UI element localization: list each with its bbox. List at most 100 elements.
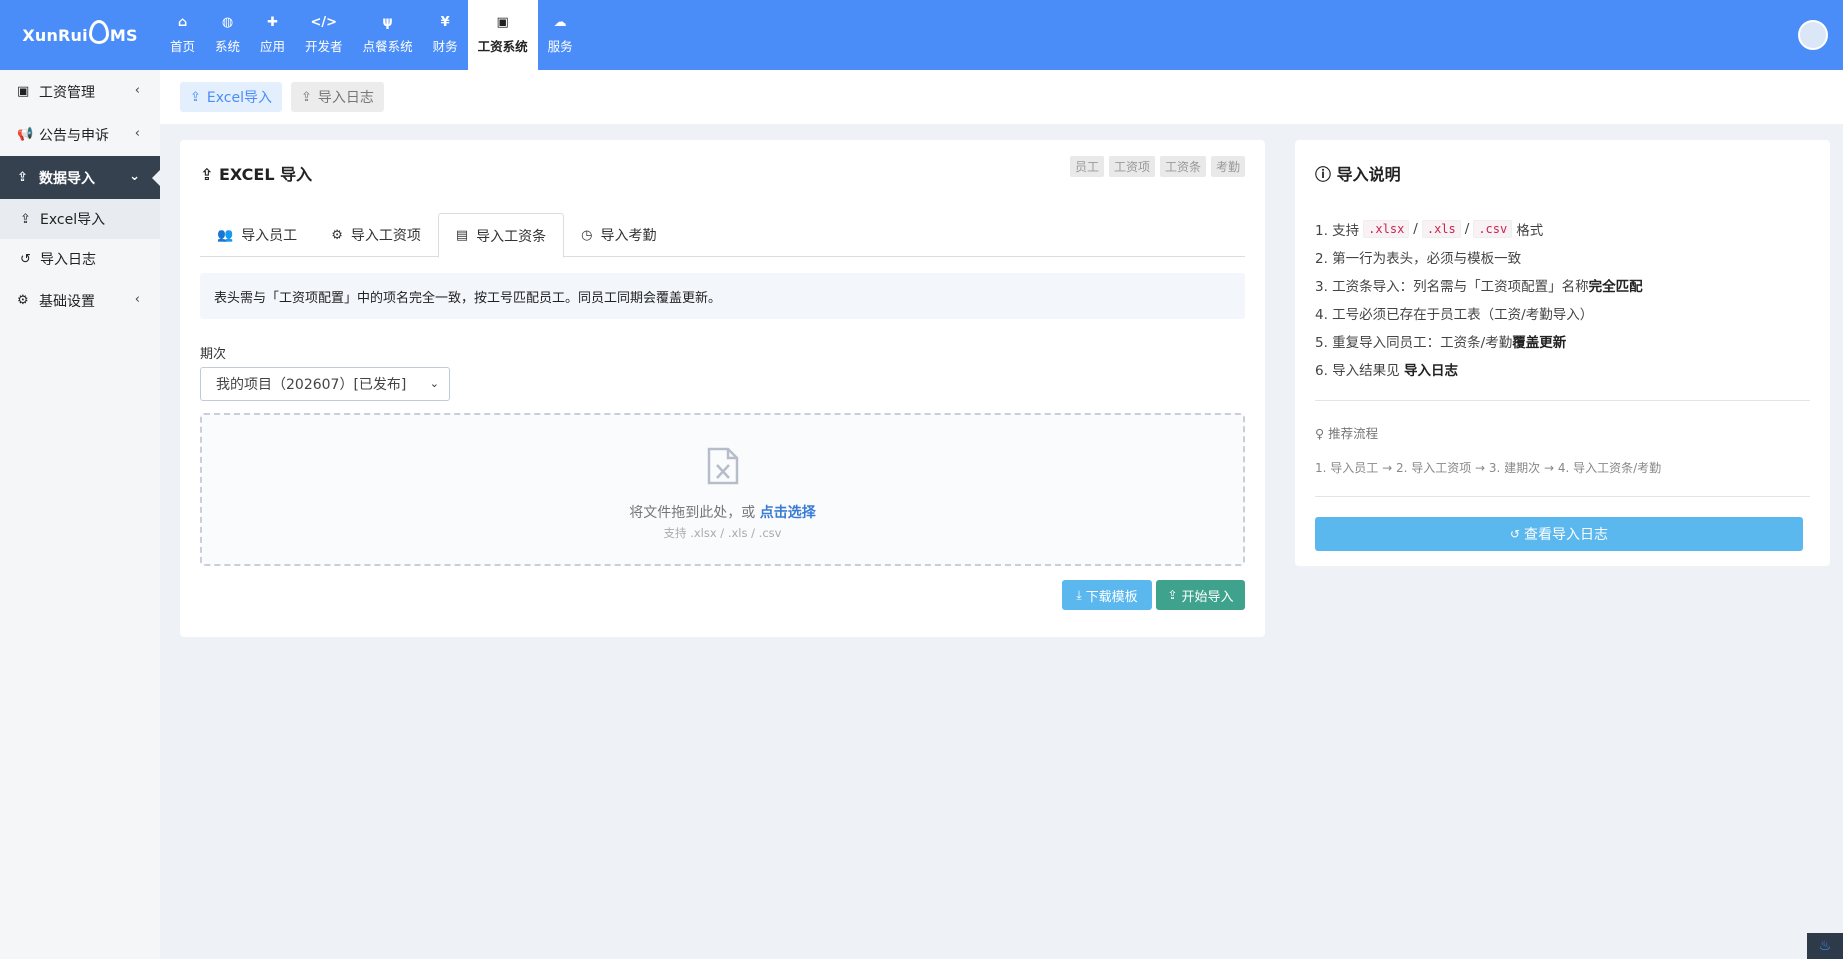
- sidebar-item-settings[interactable]: ⚙ 基础设置 ‹: [0, 279, 160, 322]
- puzzle-icon: ✚: [267, 14, 278, 30]
- tab-import-attendance[interactable]: ◷ 导入考勤: [564, 213, 673, 257]
- help-emphasis: 导入日志: [1403, 363, 1458, 379]
- history-icon: ↺: [20, 251, 31, 267]
- nav-label: 系统: [215, 38, 241, 54]
- sidebar-item-payroll[interactable]: ▣ 工资管理 ‹: [0, 70, 160, 113]
- top-header: XunRui MS ⌂ 首页 ◍ 系统 ✚ 应用 </> 开发者 ψ 点餐系统 ¥ 财务 ▣ 工…: [0, 0, 1843, 70]
- upload-icon: ⇪: [17, 170, 28, 185]
- logo-text: XunRui: [22, 25, 88, 45]
- help-text: 3. 工资条导入：列名需与「工资项配置」名称: [1315, 279, 1589, 295]
- upload-icon: ⇪: [1167, 588, 1178, 602]
- nav-developer[interactable]: </> 开发者: [295, 0, 353, 70]
- cutlery-icon: ψ: [382, 14, 393, 30]
- chevron-down-icon: ⌄: [129, 169, 140, 184]
- users-icon: 👥: [217, 227, 234, 243]
- import-tabs: 👥 导入员工 ⚙ 导入工资项 ▤ 导入工资条 ◷ 导入考勤: [200, 213, 1245, 258]
- dropzone-choose-link[interactable]: 点击选择: [760, 505, 816, 521]
- sidebar-item-data-import[interactable]: ⇪ 数据导入 ⌄: [0, 156, 160, 199]
- flow-label-text: 推荐流程: [1328, 426, 1379, 441]
- globe-icon: ◍: [221, 14, 234, 30]
- upload-icon: ⇪: [20, 211, 31, 227]
- tab-label: 导入工资条: [476, 228, 547, 245]
- sidebar: ▣ 工资管理 ‹ 📢 公告与申诉 ‹ ⇪ 数据导入 ⌄ ⇪ Excel导入 ↺ 导入日志 ⚙ 基础…: [0, 70, 160, 959]
- nav-label: 服务: [547, 38, 573, 54]
- lightbulb-icon: ♀: [1315, 426, 1329, 441]
- nav-service[interactable]: ☁ 服务: [538, 0, 583, 70]
- divider: [1315, 400, 1810, 401]
- upload-icon: ⇪: [190, 89, 201, 105]
- panel-title-text: EXCEL 导入: [218, 165, 313, 184]
- help-line: 2. 第一行为表头，必须与模板一致: [1315, 251, 1522, 267]
- tab-label: 导入工资项: [350, 228, 421, 244]
- dropzone-formats: 支持 .xlsx / .xls / .csv: [663, 526, 782, 540]
- history-icon: ↺: [1509, 527, 1521, 541]
- chevron-left-icon: ‹: [134, 126, 140, 141]
- file-dropzone[interactable]: 将文件拖到此处，或 点击选择 支持 .xlsx / .xls / .csv: [200, 413, 1245, 566]
- chevron-left-icon: ‹: [134, 292, 140, 307]
- tab-import-payslips[interactable]: ▤ 导入工资条: [437, 213, 565, 258]
- flow-label: ♀ 推荐流程: [1315, 423, 1378, 442]
- help-text: 6. 导入结果见: [1315, 363, 1400, 379]
- period-label: 期次: [200, 347, 227, 362]
- start-import-button[interactable]: ⇪ 开始导入: [1156, 580, 1245, 610]
- format-code: .csv: [1473, 220, 1513, 238]
- help-text: 格式: [1516, 223, 1544, 239]
- gears-icon: ⚙: [331, 227, 343, 243]
- logo[interactable]: XunRui MS: [0, 0, 160, 70]
- fire-icon[interactable]: ♨: [1807, 933, 1843, 959]
- chevron-left-icon: ‹: [134, 83, 140, 98]
- tag-list: 员工 工资项 工资条 考勤: [1069, 156, 1245, 177]
- tab-import-employees[interactable]: 👥 导入员工: [200, 213, 314, 257]
- home-icon: ⌂: [177, 14, 188, 30]
- sidebar-subitem-excel-import[interactable]: ⇪ Excel导入: [0, 199, 160, 239]
- sidebar-item-label: 公告与申诉: [39, 127, 109, 144]
- sidebar-subitem-label: Excel导入: [40, 212, 106, 228]
- help-title: ⓘ 导入说明: [1315, 161, 1401, 185]
- button-label: 下载模板: [1085, 589, 1138, 605]
- download-template-button[interactable]: ⤓ 下载模板: [1062, 580, 1152, 610]
- subtab-excel-import[interactable]: ⇪ Excel导入: [180, 82, 282, 112]
- sidebar-item-label: 工资管理: [39, 84, 95, 101]
- sidebar-subitem-label: 导入日志: [40, 252, 96, 268]
- sidebar-item-announcements[interactable]: 📢 公告与申诉 ‹: [0, 113, 160, 156]
- subtab-label: 导入日志: [317, 90, 374, 106]
- help-list: 1. 支持 .xlsx / .xls / .csv 格式 2. 第一行为表头，必须与模板一致…: [1315, 215, 1810, 383]
- divider: [1315, 496, 1810, 497]
- panel-title: ⇪ EXCEL 导入: [200, 161, 312, 185]
- nav-label: 点餐系统: [362, 38, 413, 54]
- tag: 员工: [1069, 156, 1104, 177]
- logo-text-suffix: MS: [109, 25, 138, 45]
- money-icon: ▣: [17, 84, 30, 99]
- upload-icon: ⇪: [200, 165, 219, 184]
- bullhorn-icon: 📢: [17, 127, 34, 142]
- view-import-log-button[interactable]: ↺ 查看导入日志: [1315, 517, 1803, 551]
- import-notice: 表头需与「工资项配置」中的项名完全一致，按工号匹配员工。同员工同期会覆盖更新。: [200, 273, 1245, 319]
- tab-label: 导入员工: [241, 228, 298, 244]
- sidebar-subitem-import-log[interactable]: ↺ 导入日志: [0, 239, 160, 279]
- help-line: 5. 重复导入同员工：工资条/考勤 覆盖更新: [1315, 327, 1810, 355]
- top-nav: ⌂ 首页 ◍ 系统 ✚ 应用 </> 开发者 ψ 点餐系统 ¥ 财务 ▣ 工资系统 ☁ 服务: [160, 0, 583, 70]
- tag: 考勤: [1210, 156, 1245, 177]
- period-select-value: 我的项目（202607）[已发布]: [216, 377, 407, 393]
- file-text-icon: ▤: [455, 228, 469, 243]
- nav-payroll[interactable]: ▣ 工资系统: [467, 0, 538, 70]
- cloud-icon: ☁: [553, 14, 567, 30]
- avatar[interactable]: [1798, 20, 1828, 50]
- nav-home[interactable]: ⌂ 首页: [160, 0, 205, 70]
- tab-import-salary-items[interactable]: ⚙ 导入工资项: [314, 213, 438, 257]
- help-line: 6. 导入结果见 导入日志: [1315, 355, 1810, 383]
- nav-apps[interactable]: ✚ 应用: [250, 0, 295, 70]
- nav-ordering[interactable]: ψ 点餐系统: [353, 0, 423, 70]
- nav-label: 工资系统: [477, 38, 528, 54]
- tag: 工资项: [1108, 156, 1155, 177]
- dropzone-hint: 将文件拖到此处，或: [629, 505, 756, 521]
- period-select[interactable]: 我的项目（202607）[已发布] ⌄: [200, 367, 450, 401]
- import-panel: ⇪ EXCEL 导入 员工 工资项 工资条 考勤 👥 导入员工 ⚙ 导入工资项 ▤ 导…: [180, 140, 1265, 637]
- subtab-import-log[interactable]: ⇪ 导入日志: [291, 82, 384, 112]
- nav-finance[interactable]: ¥ 财务: [423, 0, 468, 70]
- nav-system[interactable]: ◍ 系统: [205, 0, 250, 70]
- button-label: 开始导入: [1181, 589, 1234, 605]
- sidebar-item-label: 数据导入: [39, 170, 95, 187]
- flow-steps: 1. 导入员工 → 2. 导入工资项 → 3. 建期次 → 4. 导入工资条/考…: [1315, 461, 1662, 475]
- tab-label: 导入考勤: [600, 228, 657, 244]
